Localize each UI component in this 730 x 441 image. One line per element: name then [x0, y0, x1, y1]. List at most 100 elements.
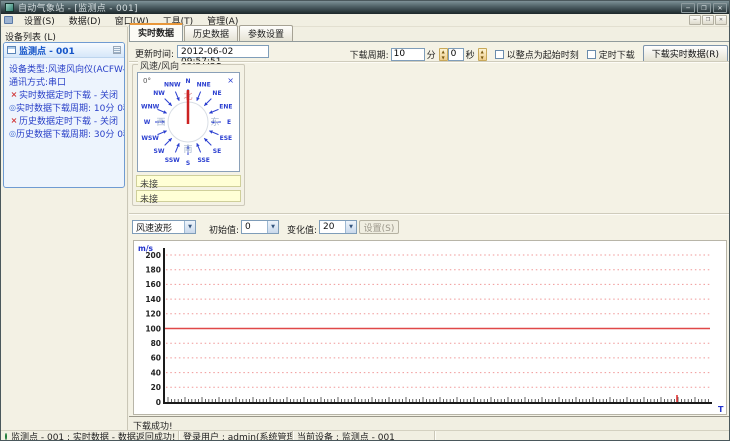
comm-mode-text: 通讯方式:串口 [9, 78, 67, 88]
minutes-unit-label: 分 [426, 50, 436, 61]
period-radio-icon: ◎ [9, 129, 16, 138]
compass-nodata-mark: × [227, 76, 234, 85]
mdi-close-button[interactable]: ✕ [715, 15, 727, 25]
chart-y-tick-label: 160 [145, 280, 161, 289]
initial-value-label: 初始值: [209, 226, 240, 236]
tab-realtime-data[interactable]: 实时数据 [129, 23, 184, 41]
tab-parameter-settings[interactable]: 参数设置 [239, 25, 294, 41]
settings-button[interactable]: 设置(S) [359, 220, 399, 234]
menu-settings[interactable]: 设置(S) [17, 13, 62, 28]
closed-x-icon: × [10, 116, 18, 125]
chevron-down-icon[interactable]: ▼ [267, 221, 278, 233]
compass-cn-south: 南 [183, 143, 192, 155]
history-period-row: ◎ 历史数据下载周期: 30分 0秒 [6, 127, 125, 140]
start-on-hour-label: 以整点为起始时刻 [506, 50, 579, 61]
realtime-period-row: ◎ 实时数据下载周期: 10分 0秒 [6, 101, 125, 114]
menu-data[interactable]: 数据(D) [62, 13, 108, 28]
compass-direction-label: NE [212, 90, 221, 97]
compass-cn-east: 东 [210, 116, 219, 128]
wind-group-label: 风速/风向 [138, 59, 182, 72]
initial-value-select[interactable]: 0 ▼ [241, 220, 279, 234]
mdi-minimize-button[interactable]: ─ [689, 15, 701, 25]
app-icon [5, 3, 14, 12]
device-type-row: 设备类型:风速风向仪(ACFW-4) [6, 62, 125, 75]
compass-direction-label: N [185, 78, 190, 85]
separator [129, 213, 729, 215]
compass-direction-label: ESE [220, 135, 233, 142]
download-status-message: 下载成功! [129, 416, 729, 432]
compass-direction-label: NNE [197, 81, 211, 88]
chart-svg: m/s200180160140120100806040200T [138, 244, 724, 414]
waveform-select-value: 风速波形 [136, 223, 173, 234]
compass-direction-label: NNW [164, 81, 181, 88]
initial-value: 0 [245, 222, 251, 232]
chart-y-tick-label: 180 [145, 266, 161, 275]
maximize-button[interactable]: ❐ [697, 2, 711, 13]
comm-mode-row: 通讯方式:串口 [6, 75, 122, 88]
timed-download-label: 定时下载 [598, 50, 635, 61]
seconds-input[interactable] [447, 47, 464, 61]
compass-direction-label: E [227, 119, 231, 126]
delta-value: 20 [323, 222, 335, 232]
chevron-down-icon[interactable]: ▼ [184, 221, 195, 233]
minutes-input[interactable] [390, 47, 425, 61]
chart-y-tick-label: 0 [156, 398, 161, 407]
waveform-select[interactable]: 风速波形 ▼ [132, 220, 196, 234]
compass-direction-label: S [186, 160, 190, 167]
wind-group-box: 风速/风向 0° × N NNE NE ENE E ESE SE SSE S SSW SW WSW W WNW… [132, 59, 245, 206]
chart-y-tick-label: 140 [145, 295, 161, 304]
close-button[interactable]: ✕ [713, 2, 727, 13]
statusbar-message: 监测点 - 001 : 实时数据 - 数据返回成功! [11, 433, 176, 441]
chart-x-axis-label: T [718, 405, 724, 414]
device-grid-icon [7, 46, 16, 54]
mdi-restore-button[interactable]: ❐ [702, 15, 714, 25]
seconds-stepper[interactable]: ▲ ▼ [477, 47, 487, 61]
chart-y-tick-label: 120 [145, 310, 161, 319]
device-name: 监测点 - 001 [19, 46, 75, 57]
chart-y-tick-label: 80 [151, 339, 161, 348]
minimize-button[interactable]: ─ [681, 2, 695, 13]
compass-cn-west: 西 [156, 117, 165, 128]
realtime-period-text: 实时数据下载周期: 10分 0秒 [15, 104, 125, 114]
waveform-controls: 风速波形 ▼ 初始值: 0 ▼ 变化值: 20 ▼ 设置(S) [129, 220, 729, 236]
main-tabs: 实时数据 历史数据 参数设置 [129, 23, 294, 41]
pin-icon[interactable] [113, 46, 121, 54]
mdi-window-buttons: ─ ❐ ✕ [688, 15, 727, 25]
timed-download-checkbox[interactable] [586, 49, 596, 59]
download-period-label: 下载周期: [349, 50, 389, 61]
mdi-child-icon[interactable] [4, 16, 13, 24]
current-device-text: 当前设备 : 监测点 - 001 [297, 433, 395, 441]
tab-history-data[interactable]: 历史数据 [184, 25, 239, 41]
realtime-timer-text: 实时数据定时下载 - 关闭 [19, 91, 118, 101]
compass-direction-label: SSW [165, 157, 180, 164]
status-ok-icon [5, 433, 7, 440]
chart-y-tick-label: 60 [151, 354, 161, 363]
compass-direction-label: W [144, 119, 151, 126]
compass-direction-label: WNW [141, 104, 160, 111]
compass-svg: 0°×NNNENEENEEESESESSESSSWSWWSWWWNWNWNNW北… [141, 76, 234, 167]
statusbar-login-section: 登录用户 : admin(系统管理员) [179, 431, 293, 441]
device-type-text: 设备类型:风速风向仪(ACFW-4) [9, 65, 125, 75]
compass-direction-label: WSW [141, 135, 159, 142]
compass-direction-label: ENE [219, 104, 232, 111]
menubar: 设置(S) 数据(D) 窗口(W) 工具(T) 管理(A) ─ ❐ ✕ [1, 14, 729, 27]
update-time-value: 2012-06-02 09:57:51 [177, 45, 269, 67]
wind-direction-field: 未接 [136, 190, 241, 205]
statusbar-message-section: 监测点 - 001 : 实时数据 - 数据返回成功! [1, 431, 179, 441]
compass-direction-label: SW [154, 148, 165, 155]
device-panel-header[interactable]: 监测点 - 001 [4, 43, 124, 58]
history-period-text: 历史数据下载周期: 30分 0秒 [15, 130, 125, 140]
device-panel[interactable]: 监测点 - 001 设备类型:风速风向仪(ACFW-4) 通讯方式:串口 × 实… [3, 42, 125, 188]
chart-y-tick-label: 40 [151, 368, 161, 377]
delta-value-label: 变化值: [287, 226, 318, 236]
separator [129, 61, 729, 63]
chart-y-tick-label: 20 [151, 383, 161, 392]
chevron-down-icon[interactable]: ▼ [345, 221, 356, 233]
statusbar-empty-section [435, 431, 729, 440]
chart-y-tick-label: 200 [145, 251, 161, 260]
statusbar-device-section: 当前设备 : 监测点 - 001 [293, 431, 435, 441]
login-user-text: 登录用户 : admin(系统管理员) [183, 433, 292, 441]
delta-value-select[interactable]: 20 ▼ [319, 220, 357, 234]
start-on-hour-checkbox[interactable] [494, 49, 504, 59]
minutes-stepper[interactable]: ▲ ▼ [438, 47, 448, 61]
